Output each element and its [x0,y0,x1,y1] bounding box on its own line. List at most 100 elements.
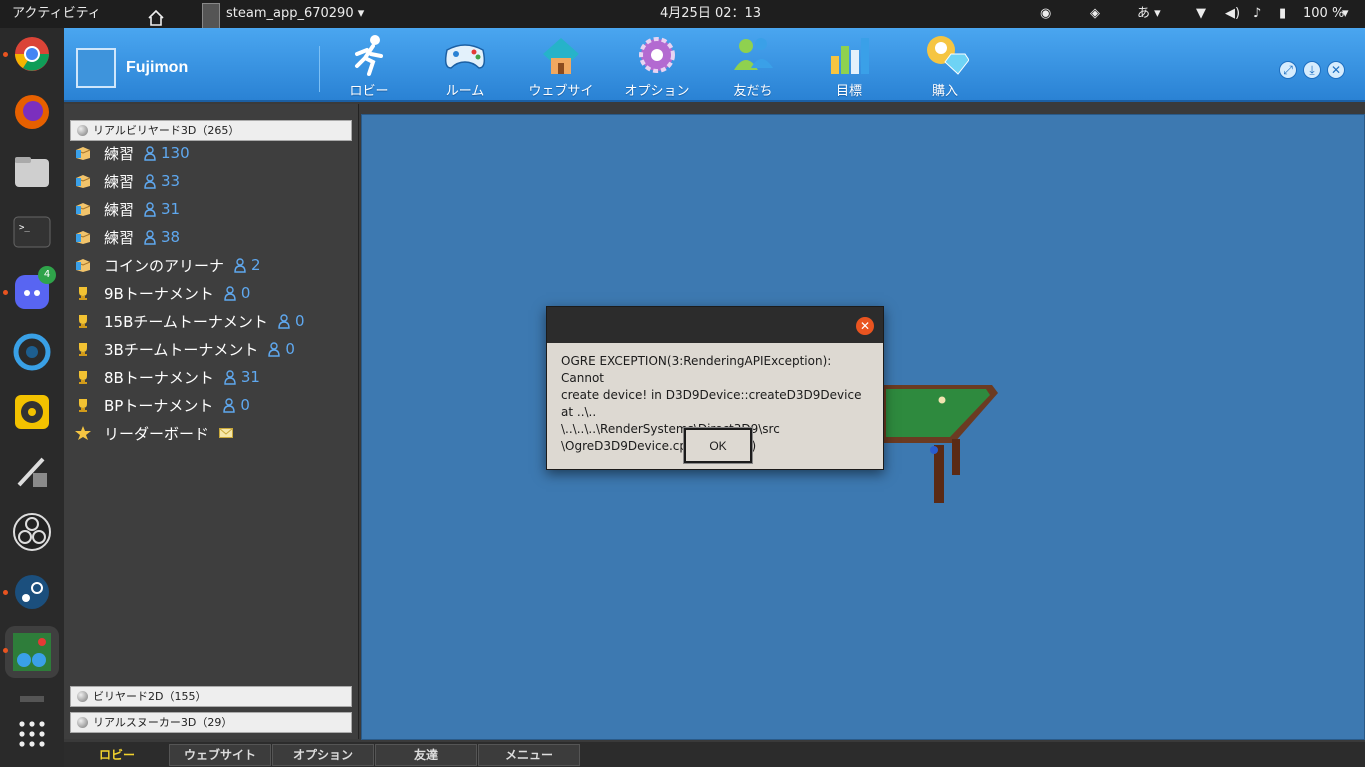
nav-room[interactable]: ルーム [419,32,511,99]
player-count: 0 [268,340,295,358]
room-box-icon [75,203,91,216]
dock: >_ 4 [0,28,64,767]
coin-diamond-icon [927,36,969,75]
nav-purchase[interactable]: 購入 [899,32,991,99]
dialog-close-button[interactable]: ✕ [856,317,874,335]
pool-game-icon[interactable] [5,626,59,678]
room-box-icon [75,147,91,160]
player-count: 0 [278,312,305,330]
room-list-item[interactable]: 練習 38 [74,226,180,248]
running-man-icon [355,35,383,76]
ok-button[interactable]: OK [683,427,753,464]
error-message-line: create device! in D3D9Device::createD3D9… [561,388,862,419]
player-count: 2 [234,256,261,274]
discord-tray-icon[interactable]: ◈ [1090,0,1100,28]
person-icon [268,341,281,357]
clock[interactable]: 4月25日 02：13 [660,0,761,28]
player-count-value: 0 [294,312,305,330]
player-count: 38 [144,228,180,246]
nav-options[interactable]: オプション [611,32,703,99]
room-list-item[interactable]: 8Bトーナメント 31 [74,366,260,388]
pool-table-image [882,385,998,503]
nav-options-label: オプション [624,84,690,99]
tab-friends[interactable]: 友達 [375,744,477,766]
dock-scroll-indicator [20,696,44,702]
steam-tray-icon[interactable]: ◉ [1040,0,1051,28]
activities-button[interactable]: アクティビティ [12,0,101,28]
player-count-value: 31 [240,368,260,386]
tab-menu[interactable]: メニュー [478,744,580,766]
room-name: 3Bチームトーナメント [104,340,259,359]
nav-website-label: ウェブサイ [528,84,594,99]
room-list-item[interactable]: BPトーナメント 0 [74,394,250,416]
room-box-icon [75,259,91,272]
chrome-icon[interactable] [10,32,54,76]
tab-options[interactable]: オプション [272,744,374,766]
person-icon [144,229,156,245]
minimize-button[interactable]: ⤓ [1303,61,1321,79]
room-box-icon [75,231,91,244]
room-list-item[interactable]: 練習 31 [74,198,180,220]
close-button[interactable]: ✕ [1327,61,1345,79]
room-list-item[interactable]: コインのアリーナ 2 [74,254,261,276]
room-list-item[interactable]: 15Bチームトーナメント 0 [74,310,304,332]
trophy-icon [79,399,87,412]
shutter-icon[interactable] [10,330,54,374]
tab-lobby[interactable]: ロビー [66,744,168,766]
app-grid-icon[interactable] [18,720,46,752]
nav-goals[interactable]: 目標 [803,32,895,99]
envelope-icon [219,428,234,438]
steam-icon[interactable] [10,570,54,614]
category-real-snooker-3d[interactable]: リアルスヌーカー3D（29） [70,712,352,733]
obs-icon[interactable] [10,510,54,554]
rhythmbox-icon[interactable] [10,390,54,434]
battery-icon[interactable]: ▮ [1279,0,1286,28]
person-icon [224,369,236,385]
tab-website[interactable]: ウェブサイト [169,744,271,766]
drawing-app-icon[interactable] [10,450,54,494]
billiard-ball-icon [77,691,88,702]
person-icon [144,145,156,161]
room-name: 15Bチームトーナメント [104,312,268,331]
house-icon [543,38,579,74]
room-list-item[interactable]: 3Bチームトーナメント 0 [74,338,295,360]
room-list-item[interactable]: 練習 33 [74,170,180,192]
ime-label: あ [1137,6,1151,21]
gear-icon [639,37,675,73]
trophy-icon [79,371,87,384]
player-count: 31 [144,200,180,218]
app-icon [202,3,220,31]
friends-icon [734,38,773,70]
microphone-icon[interactable]: ♪ [1253,0,1261,28]
files-icon[interactable] [10,150,54,194]
wifi-icon[interactable]: ▼ [1196,0,1206,28]
player-count: 0 [223,396,250,414]
room-list-item[interactable]: リーダーボード [74,422,234,444]
room-list-item[interactable]: 練習 130 [74,142,190,164]
app-menu[interactable]: steam_app_670290 ▾ [226,0,364,28]
input-method-menu[interactable]: あ ▾ [1137,0,1161,28]
firefox-icon[interactable] [10,90,54,134]
room-name: 9Bトーナメント [104,284,214,303]
nav-goals-label: 目標 [835,84,862,99]
volume-icon[interactable]: ◀) [1225,0,1240,28]
room-name: BPトーナメント [104,396,214,415]
fullscreen-button[interactable]: ⤢ [1279,61,1297,79]
room-name: 練習 [104,200,135,219]
power-menu-icon[interactable]: ▾ [1342,0,1349,28]
nav-lobby[interactable]: ロビー [323,32,415,99]
nav-friends[interactable]: 友だち [707,32,799,99]
terminal-icon[interactable]: >_ [10,210,54,254]
room-list-item[interactable]: 9Bトーナメント 0 [74,282,250,304]
player-count-value: 38 [161,228,181,246]
billiard-ball-icon [77,125,88,136]
dialog-titlebar[interactable]: ✕ [547,307,883,343]
player-count-value: 33 [161,172,181,190]
avatar[interactable] [76,48,116,88]
nav-website[interactable]: ウェブサイ [515,32,607,99]
category-billiards-2d[interactable]: ビリヤード2D（155） [70,686,352,707]
category-real-billiards-3d[interactable]: リアルビリヤード3D（265） [70,120,352,141]
battery-percent[interactable]: 100 % [1303,0,1344,28]
player-count: 33 [144,172,180,190]
player-count-value: 130 [161,144,190,162]
